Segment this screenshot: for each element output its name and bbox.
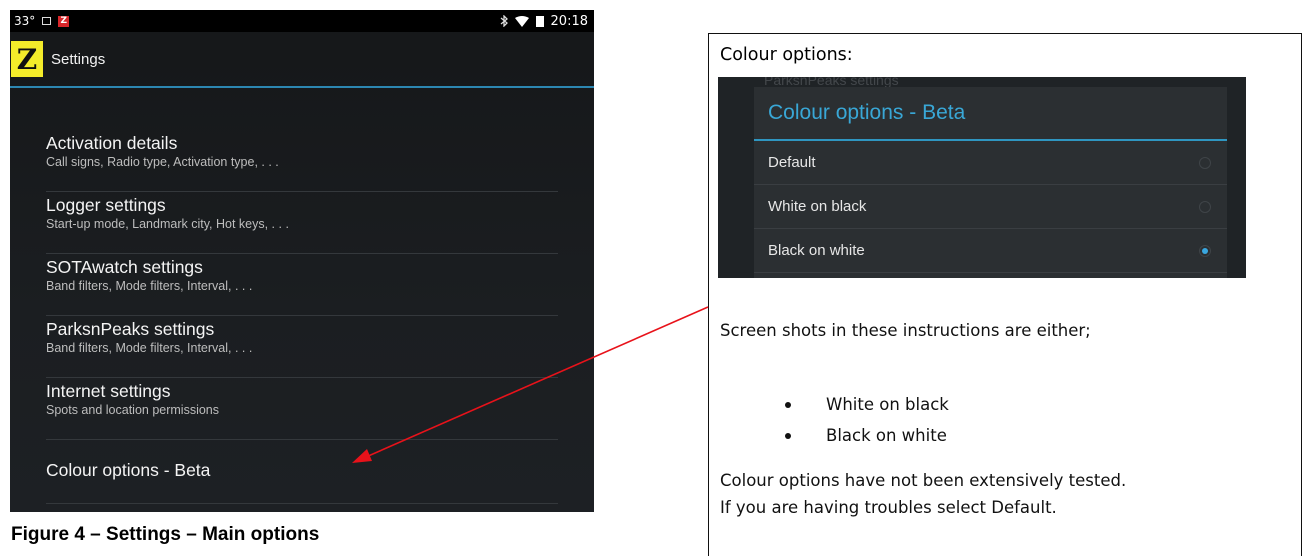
pref-title: SOTAwatch settings: [46, 257, 203, 277]
radio-unselected-icon[interactable]: [1199, 156, 1211, 169]
option-label: White on black: [768, 198, 867, 215]
preference-list: Activation details Call signs, Radio typ…: [10, 130, 594, 504]
bluetooth-icon: [500, 15, 508, 27]
action-bar: Z Settings: [10, 32, 594, 88]
figure-caption: Figure 4 – Settings – Main options: [11, 524, 320, 545]
colour-options-info-box: Colour options: ParksnPeaks settings Col…: [708, 33, 1302, 556]
pref-title: ParksnPeaks settings: [46, 319, 215, 339]
image-icon: [42, 17, 52, 25]
pref-logger-settings[interactable]: Logger settings Start-up mode, Landmark …: [46, 192, 558, 254]
option-black-on-white[interactable]: Black on white: [754, 229, 1227, 273]
app-z-icon: Z: [58, 15, 70, 27]
pref-summary: Call signs, Radio type, Activation type,…: [46, 155, 279, 169]
pref-title: Colour options - Beta: [46, 460, 211, 480]
info-heading: Colour options:: [720, 45, 853, 65]
bullet-text: White on black: [826, 395, 949, 414]
colour-options-dialog-screenshot: ParksnPeaks settings Colour options - Be…: [718, 77, 1246, 278]
pref-colour-options[interactable]: Colour options - Beta: [46, 440, 558, 504]
dialog-title: Colour options - Beta: [754, 87, 1227, 141]
pref-summary: Start-up mode, Landmark city, Hot keys, …: [46, 217, 289, 231]
bullet-item: Black on white: [709, 420, 949, 451]
radio-selected-icon[interactable]: [1199, 244, 1211, 257]
dialog-panel: Colour options - Beta Default White on b…: [754, 87, 1227, 278]
option-white-on-black[interactable]: White on black: [754, 185, 1227, 229]
pref-summary: Band filters, Mode filters, Interval, . …: [46, 279, 253, 293]
pref-activation-details[interactable]: Activation details Call signs, Radio typ…: [46, 130, 558, 192]
status-bar: 33° Z 20:18: [10, 10, 594, 32]
bullet-list: White on black Black on white: [709, 389, 949, 451]
wifi-icon: [514, 15, 529, 27]
battery-icon: [535, 15, 544, 27]
bullet-item: White on black: [709, 389, 949, 420]
bullet-text: Black on white: [826, 426, 947, 445]
app-logo-letter: Z: [16, 42, 38, 76]
note-line-1: Colour options have not been extensively…: [720, 471, 1127, 490]
action-bar-title: Settings: [51, 50, 106, 68]
app-logo-icon[interactable]: Z: [11, 41, 43, 77]
option-label: Black on white: [768, 242, 865, 259]
option-default[interactable]: Default: [754, 141, 1227, 185]
pref-internet-settings[interactable]: Internet settings Spots and location per…: [46, 378, 558, 440]
settings-screenshot: 33° Z 20:18 Z Settings Activation detail…: [10, 10, 594, 512]
status-time: 20:18: [550, 13, 588, 29]
note-line-2: If you are having troubles select Defaul…: [720, 498, 1057, 517]
temperature-readout: 33°: [14, 14, 36, 28]
bullet-icon: [785, 433, 791, 439]
intro-text: Screen shots in these instructions are e…: [720, 321, 1091, 340]
pref-parksnpeaks-settings[interactable]: ParksnPeaks settings Band filters, Mode …: [46, 316, 558, 378]
pref-title: Logger settings: [46, 195, 166, 215]
pref-title: Internet settings: [46, 381, 171, 401]
radio-unselected-icon[interactable]: [1199, 200, 1211, 213]
pref-sotawatch-settings[interactable]: SOTAwatch settings Band filters, Mode fi…: [46, 254, 558, 316]
pref-title: Activation details: [46, 133, 178, 153]
pref-summary: Spots and location permissions: [46, 403, 220, 417]
pref-summary: Band filters, Mode filters, Interval, . …: [46, 341, 253, 355]
option-label: Default: [768, 154, 816, 171]
bullet-icon: [785, 402, 791, 408]
